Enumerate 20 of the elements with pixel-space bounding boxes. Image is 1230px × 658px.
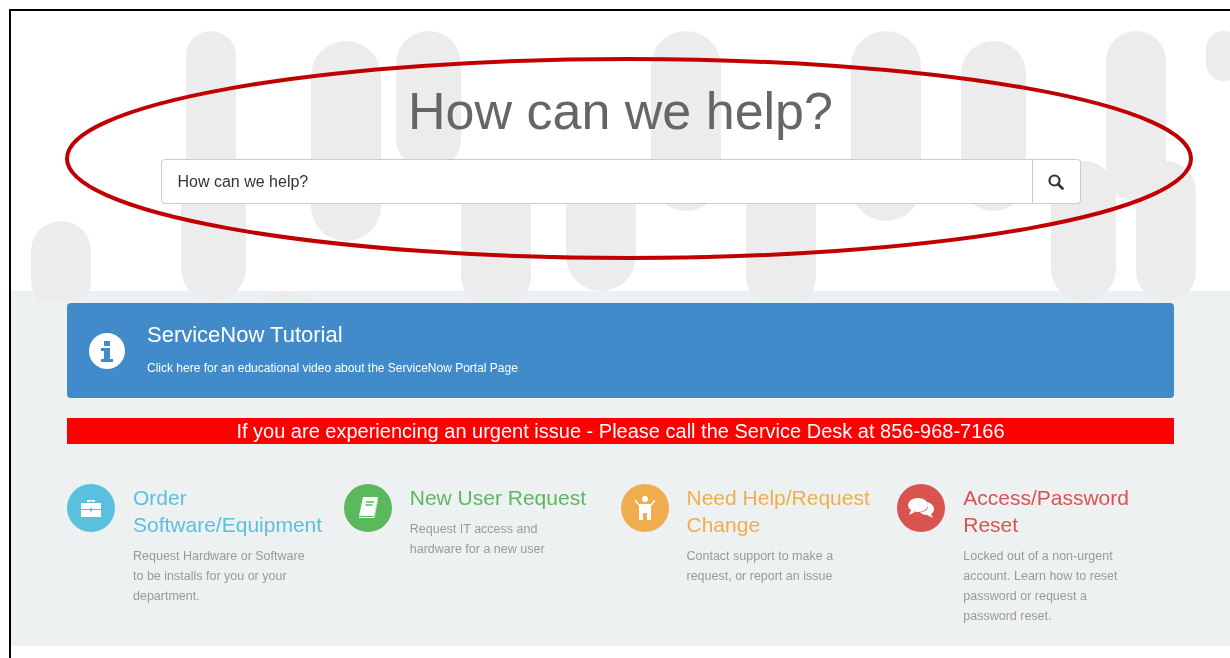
tile-description: Request Hardware or Software to be installs for you or your department. [133,548,306,605]
tutorial-card[interactable]: ServiceNow Tutorial Click here for an educational video about the ServiceNow Portal Page [67,303,1174,398]
tile-description: Request IT access and hardware for a new user [409,521,546,558]
info-icon [89,332,125,369]
book-icon [356,496,379,520]
tile-title[interactable]: Access/Password Reset [963,484,1164,538]
search-icon [1048,173,1064,190]
briefcase-icon [79,498,103,518]
person-icon [633,495,656,521]
tile-title[interactable]: Order Software/Equipment [133,484,334,538]
tile-title[interactable]: New User Request [409,484,590,511]
tile-description: Contact support to make a request, or report an issue [686,548,835,585]
tutorial-link[interactable]: Click here for an educational video about the ServiceNow Portal Page [147,359,518,377]
tile-description: Locked out of a non-urgent account. Learn how to reset password or request a password reset. [963,548,1119,625]
tutorial-title: ServiceNow Tutorial [147,321,344,349]
chat-bubbles-icon [907,496,936,520]
urgent-banner: If you are experiencing an urgent issue - Please call the Service Desk at 856-968-7166 [67,418,1174,444]
search-field[interactable]: How can we help? [160,159,1033,204]
search-button[interactable] [1032,159,1081,204]
hero-title: How can we help? [408,81,833,142]
